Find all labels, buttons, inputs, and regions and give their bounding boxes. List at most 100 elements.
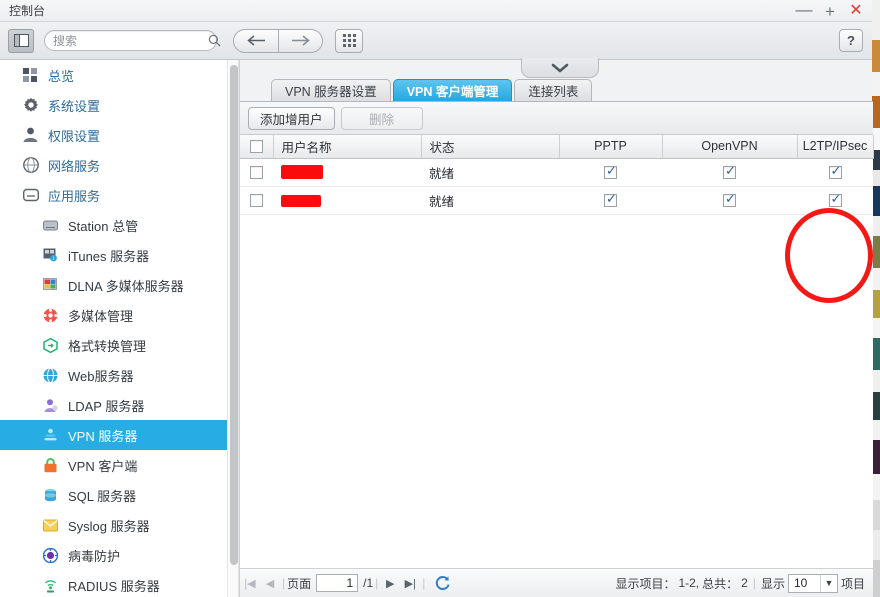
l2tp-cell[interactable] xyxy=(797,186,873,215)
collapse-toggle[interactable] xyxy=(521,58,599,78)
table-row[interactable]: 就绪 xyxy=(240,158,873,187)
add-user-button[interactable]: 添加增用户 xyxy=(248,106,335,130)
sidebar-scrollbar-thumb[interactable] xyxy=(230,65,238,565)
sidebar-panel-icon xyxy=(13,34,29,47)
first-page-button[interactable]: |◀ xyxy=(240,577,260,590)
chevron-down-icon[interactable]: ▼ xyxy=(819,574,837,592)
next-page-button[interactable]: ▶ xyxy=(380,577,400,590)
window-title: 控制台 xyxy=(9,4,46,18)
row-select-cell[interactable] xyxy=(240,186,273,215)
back-button[interactable] xyxy=(233,28,278,53)
sidebar-item-label: 病毒防护 xyxy=(68,548,121,564)
tab-vpn-server-settings[interactable]: VPN 服务器设置 xyxy=(271,79,391,101)
chevron-down-icon xyxy=(551,63,569,72)
last-page-button[interactable]: ▶| xyxy=(400,577,420,590)
sidebar-item-system-settings[interactable]: 系统设置 xyxy=(0,90,227,120)
pptp-checkbox[interactable] xyxy=(604,192,618,208)
state-cell: 就绪 xyxy=(421,158,559,187)
app-window: 控制台 — + ✕ 搜索 ? 总览 系统设置 权限设置 网络服务 应用服务 St… xyxy=(0,0,880,597)
pptp-checkbox[interactable] xyxy=(604,164,618,180)
close-button[interactable]: ✕ xyxy=(844,1,868,21)
select-all-checkbox[interactable] xyxy=(249,140,263,154)
sidebar-item-overview[interactable]: 总览 xyxy=(0,60,227,90)
minimize-button[interactable]: — xyxy=(792,1,816,21)
sidebar-item-privilege-settings[interactable]: 权限设置 xyxy=(0,120,227,150)
box-icon xyxy=(22,187,39,204)
row-checkbox[interactable] xyxy=(250,194,263,208)
maximize-button[interactable]: + xyxy=(818,1,842,21)
app-toolbar: ? xyxy=(0,22,872,60)
sidebar-item-vpn-client[interactable]: VPN 客户端 xyxy=(0,450,227,480)
column-header-state[interactable]: 状态 xyxy=(421,135,560,159)
items-label: 项目 xyxy=(840,576,865,591)
display-label: 显示 xyxy=(760,576,785,591)
web-icon xyxy=(42,367,59,384)
pptp-cell[interactable] xyxy=(559,186,662,215)
tab-connection-list[interactable]: 连接列表 xyxy=(514,79,593,101)
delete-button[interactable]: 删除 xyxy=(340,106,423,130)
refresh-icon[interactable] xyxy=(435,575,451,591)
sidebar-item-web-server[interactable]: Web服务器 xyxy=(0,360,227,390)
page-number-input[interactable] xyxy=(316,574,359,592)
panel-toggle-button[interactable] xyxy=(8,28,34,53)
column-header-username[interactable]: 用户名称 xyxy=(273,135,422,159)
window-titlebar: 控制台 — + ✕ xyxy=(0,0,872,22)
pptp-cell[interactable] xyxy=(559,158,662,187)
sidebar-item-label: Syslog 服务器 xyxy=(68,518,150,534)
search-box[interactable] xyxy=(44,30,221,51)
row-checkbox[interactable] xyxy=(250,166,263,180)
sidebar-item-transcode-management[interactable]: 格式转换管理 xyxy=(0,330,227,360)
page-size-value: 10 xyxy=(793,576,808,590)
sidebar-item-application-services[interactable]: 应用服务 xyxy=(0,180,227,210)
table-row[interactable]: 就绪 xyxy=(240,186,873,215)
openvpn-checkbox[interactable] xyxy=(723,192,737,208)
sidebar-item-label: RADIUS 服务器 xyxy=(68,578,160,594)
apps-grid-icon xyxy=(342,34,356,47)
arrow-right-icon xyxy=(292,35,310,46)
pager-separator-1: | xyxy=(282,576,286,590)
sidebar-item-syslog-server[interactable]: Syslog 服务器 xyxy=(0,510,227,540)
l2tp-checkbox[interactable] xyxy=(828,192,843,208)
arrow-left-icon xyxy=(246,35,265,46)
l2tp-checkbox[interactable] xyxy=(828,164,843,180)
total-label: 总共： xyxy=(702,576,739,591)
vpn-client-icon xyxy=(42,457,59,474)
username-cell xyxy=(273,186,421,215)
column-header-l2tp[interactable]: L2TP/IPsec xyxy=(797,135,874,159)
column-header-openvpn[interactable]: OpenVPN xyxy=(662,135,798,159)
search-input[interactable] xyxy=(53,33,208,48)
sidebar-item-antivirus[interactable]: 病毒防护 xyxy=(0,540,227,570)
openvpn-checkbox[interactable] xyxy=(723,164,737,180)
column-header-pptp[interactable]: PPTP xyxy=(559,135,663,159)
forward-button[interactable] xyxy=(278,28,323,53)
sidebar-item-sql-server[interactable]: SQL 服务器 xyxy=(0,480,227,510)
sidebar-item-radius-server[interactable]: RADIUS 服务器 xyxy=(0,570,227,597)
sidebar-item-station-manager[interactable]: Station 总管 xyxy=(0,210,227,240)
page-label: 页面 xyxy=(287,576,312,591)
pager-separator-3: | xyxy=(422,576,426,590)
l2tp-cell[interactable] xyxy=(797,158,873,187)
tab-vpn-client-management[interactable]: VPN 客户端管理 xyxy=(392,79,513,101)
sidebar-item-label: VPN 服务器 xyxy=(68,428,138,444)
sidebar-item-label: 总览 xyxy=(48,68,75,84)
sidebar-item-ldap-server[interactable]: LDAP 服务器 xyxy=(0,390,227,420)
pager-separator-4: | xyxy=(752,576,756,590)
page-size-select[interactable]: 10 ▼ xyxy=(787,573,838,593)
sidebar-item-itunes-server[interactable]: i iTunes 服务器 xyxy=(0,240,227,270)
sidebar-item-network-services[interactable]: 网络服务 xyxy=(0,150,227,180)
row-select-cell[interactable] xyxy=(240,158,273,187)
sidebar-item-multimedia-management[interactable]: 多媒体管理 xyxy=(0,300,227,330)
sidebar-item-vpn-server[interactable]: VPN 服务器 xyxy=(0,420,227,450)
tab-bar: VPN 服务器设置 VPN 客户端管理 连接列表 xyxy=(240,78,873,102)
apps-grid-button[interactable] xyxy=(335,28,363,53)
sidebar: 总览 系统设置 权限设置 网络服务 应用服务 Station 总管 i iTun… xyxy=(0,60,228,597)
radius-icon xyxy=(42,577,59,594)
openvpn-cell[interactable] xyxy=(662,186,797,215)
help-button[interactable]: ? xyxy=(839,29,863,52)
prev-page-button[interactable]: ◀ xyxy=(260,577,280,590)
openvpn-cell[interactable] xyxy=(662,158,797,187)
sidebar-item-label: SQL 服务器 xyxy=(68,488,137,504)
sidebar-item-dlna-server[interactable]: DLNA 多媒体服务器 xyxy=(0,270,227,300)
select-all-header[interactable] xyxy=(240,135,274,159)
table-header-row: 用户名称 状态 PPTP OpenVPN L2TP/IPsec xyxy=(240,135,874,159)
